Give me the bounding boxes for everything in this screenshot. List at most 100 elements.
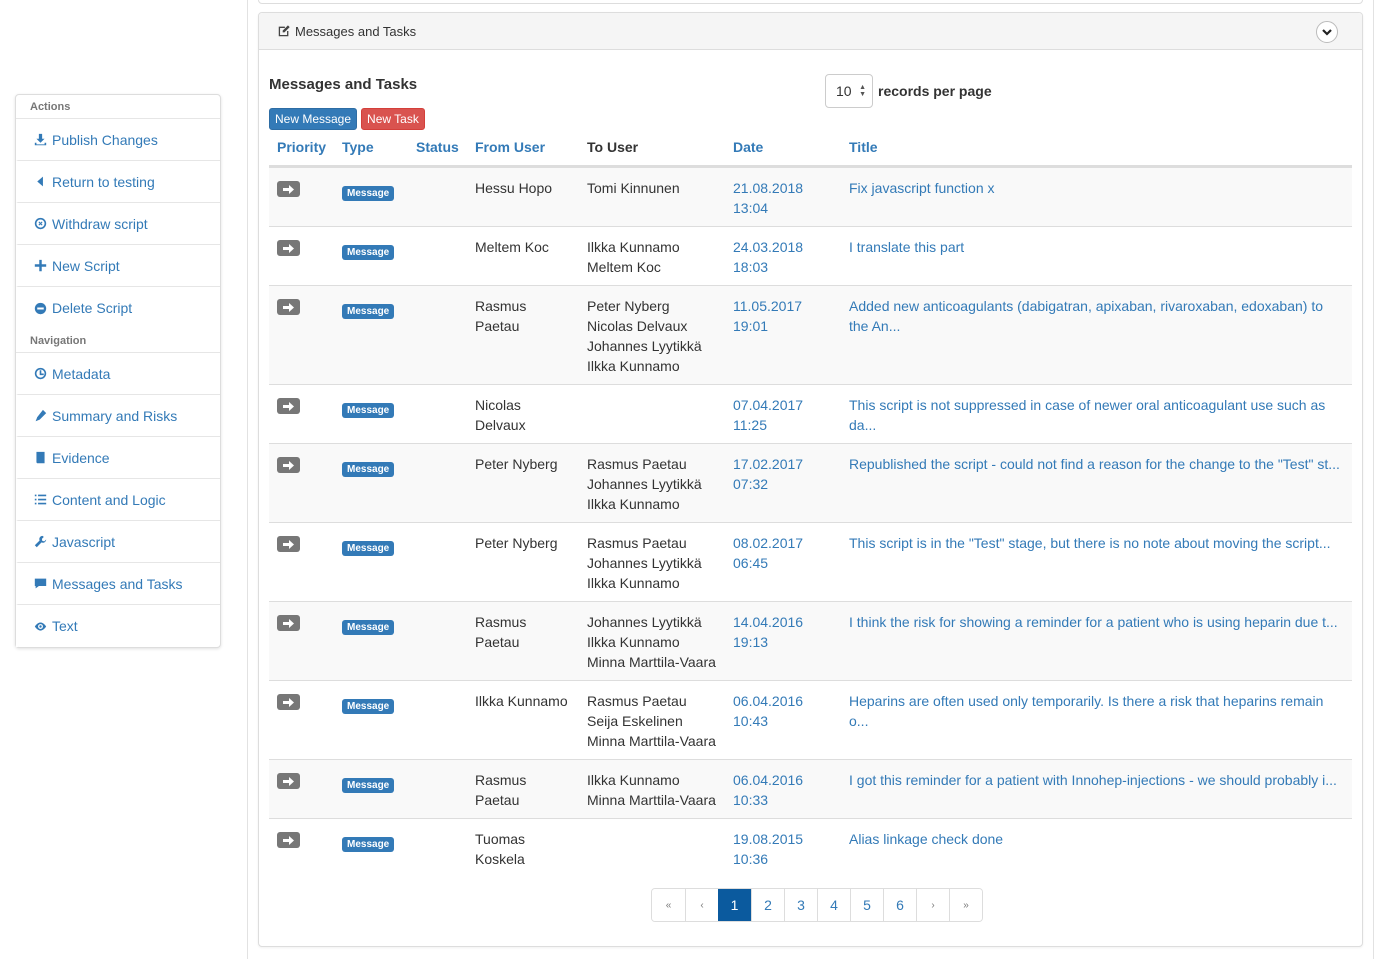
to-user-cell bbox=[579, 385, 725, 443]
eye-icon bbox=[32, 620, 48, 633]
column-header-priority[interactable]: Priority bbox=[269, 137, 334, 165]
table-row: Message Peter Nyberg Rasmus Paetau Johanne… bbox=[269, 522, 1352, 601]
open-message-button[interactable] bbox=[277, 240, 300, 256]
sidebar-item-label: Text bbox=[52, 618, 78, 634]
sidebar-item-label: Metadata bbox=[52, 365, 111, 382]
new-message-button[interactable]: New Message bbox=[269, 108, 358, 130]
sidebar-item-evidence[interactable]: Evidence bbox=[16, 437, 220, 479]
from-user-cell: Nicolas Delvaux bbox=[475, 397, 526, 433]
arrow-right-icon bbox=[283, 460, 294, 470]
date-cell[interactable]: 17.02.2017 07:32 bbox=[725, 444, 841, 522]
date-cell[interactable]: 19.08.2015 10:36 bbox=[725, 819, 841, 877]
sidebar-navigation-heading: Navigation bbox=[16, 329, 220, 353]
priority-cell bbox=[269, 681, 334, 759]
table-row: Message Hessu Hopo Tomi Kinnunen 21.08.2018… bbox=[269, 167, 1352, 226]
priority-cell bbox=[269, 444, 334, 522]
to-user-cell: Rasmus Paetau Seija Eskelinen Minna Mart… bbox=[587, 693, 716, 749]
pagination-first[interactable]: « bbox=[652, 889, 685, 921]
title-cell[interactable]: Republished the script - could not find … bbox=[841, 444, 1352, 522]
title-cell[interactable]: This script is in the "Test" stage, but … bbox=[841, 523, 1352, 601]
date-cell[interactable]: 24.03.2018 18:03 bbox=[725, 227, 841, 285]
date-cell[interactable]: 08.02.2017 06:45 bbox=[725, 523, 841, 601]
wrench-icon bbox=[32, 535, 48, 548]
type-cell: Message bbox=[334, 444, 408, 522]
arrow-right-icon bbox=[283, 697, 294, 707]
new-task-button[interactable]: New Task bbox=[361, 108, 425, 130]
sidebar-item-publish-changes[interactable]: Publish Changes bbox=[16, 119, 220, 161]
open-message-button[interactable] bbox=[277, 398, 300, 414]
arrow-right-icon bbox=[283, 539, 294, 549]
column-header-status[interactable]: Status bbox=[408, 137, 467, 165]
title-cell[interactable]: I got this reminder for a patient with I… bbox=[841, 760, 1352, 818]
sidebar: Actions Publish Changes Return to testing… bbox=[15, 94, 221, 648]
to-user-cell bbox=[579, 819, 725, 877]
pagination-page-6[interactable]: 6 bbox=[883, 889, 916, 921]
sidebar-item-content-and-logic[interactable]: Content and Logic bbox=[16, 479, 220, 521]
book-icon bbox=[32, 451, 48, 464]
sidebar-item-return-to-testing[interactable]: Return to testing bbox=[16, 161, 220, 203]
pagination-prev[interactable]: ‹ bbox=[685, 889, 718, 921]
pagination-page-4[interactable]: 4 bbox=[817, 889, 850, 921]
column-header-from-user[interactable]: From User bbox=[467, 137, 579, 165]
date-cell[interactable]: 07.04.2017 11:25 bbox=[725, 385, 841, 443]
open-message-button[interactable] bbox=[277, 615, 300, 631]
type-badge: Message bbox=[342, 186, 395, 201]
to-user-cell: Tomi Kinnunen bbox=[587, 180, 680, 196]
pagination-page-2[interactable]: 2 bbox=[751, 889, 784, 921]
collapse-button[interactable] bbox=[1316, 21, 1338, 43]
pagination-page-5[interactable]: 5 bbox=[850, 889, 883, 921]
column-header-title[interactable]: Title bbox=[841, 137, 1352, 165]
open-message-button[interactable] bbox=[277, 773, 300, 789]
date-cell[interactable]: 06.04.2016 10:43 bbox=[725, 681, 841, 759]
date-cell[interactable]: 11.05.2017 19:01 bbox=[725, 286, 841, 384]
pagination-last[interactable]: » bbox=[949, 889, 982, 921]
panel-heading: Messages and Tasks bbox=[259, 13, 1362, 50]
list-icon bbox=[32, 493, 48, 506]
sidebar-item-summary-and-risks[interactable]: Summary and Risks bbox=[16, 395, 220, 437]
from-user-cell: Hessu Hopo bbox=[475, 180, 553, 196]
records-per-page-value: 10 bbox=[836, 83, 852, 99]
pagination-page-1[interactable]: 1 bbox=[718, 889, 751, 921]
status-cell bbox=[408, 681, 467, 759]
title-cell[interactable]: Fix javascript function x bbox=[841, 168, 1352, 226]
title-cell[interactable]: I translate this part bbox=[841, 227, 1352, 285]
type-badge: Message bbox=[342, 620, 395, 635]
sidebar-item-javascript[interactable]: Javascript bbox=[16, 521, 220, 563]
comment-icon bbox=[32, 577, 48, 590]
title-cell[interactable]: Added new anticoagulants (dabigatran, ap… bbox=[841, 286, 1352, 384]
title-cell[interactable]: I think the risk for showing a reminder … bbox=[841, 602, 1352, 680]
date-cell[interactable]: 14.04.2016 19:13 bbox=[725, 602, 841, 680]
to-user-cell: Ilkka Kunnamo Meltem Koc bbox=[587, 239, 680, 275]
records-per-page-select[interactable]: 10 ▲ ▼ bbox=[825, 74, 873, 108]
sidebar-item-new-script[interactable]: New Script bbox=[16, 245, 220, 287]
column-header-type[interactable]: Type bbox=[334, 137, 408, 165]
open-message-button[interactable] bbox=[277, 181, 300, 197]
sidebar-item-delete-script[interactable]: Delete Script bbox=[16, 287, 220, 329]
sidebar-item-messages-and-tasks[interactable]: Messages and Tasks bbox=[16, 563, 220, 605]
date-cell[interactable]: 06.04.2016 10:33 bbox=[725, 760, 841, 818]
type-badge: Message bbox=[342, 403, 395, 418]
title-cell[interactable]: Alias linkage check done bbox=[841, 819, 1352, 877]
open-message-button[interactable] bbox=[277, 299, 300, 315]
open-message-button[interactable] bbox=[277, 694, 300, 710]
pagination-page-3[interactable]: 3 bbox=[784, 889, 817, 921]
type-badge: Message bbox=[342, 245, 395, 260]
circle-x-icon bbox=[32, 217, 48, 230]
column-header-date[interactable]: Date bbox=[725, 137, 841, 165]
sidebar-item-text[interactable]: Text bbox=[16, 605, 220, 647]
title-cell[interactable]: This script is not suppressed in case of… bbox=[841, 385, 1352, 443]
open-message-button[interactable] bbox=[277, 457, 300, 473]
to-user-cell: Peter Nyberg Nicolas Delvaux Johannes Ly… bbox=[587, 298, 702, 374]
sidebar-item-metadata[interactable]: Metadata bbox=[16, 353, 220, 395]
open-message-button[interactable] bbox=[277, 536, 300, 552]
date-cell[interactable]: 21.08.2018 13:04 bbox=[725, 168, 841, 226]
pagination-next[interactable]: › bbox=[916, 889, 949, 921]
arrow-right-icon bbox=[283, 184, 294, 194]
open-message-button[interactable] bbox=[277, 832, 300, 848]
title-cell[interactable]: Heparins are often used only temporarily… bbox=[841, 681, 1352, 759]
type-cell: Message bbox=[334, 819, 408, 877]
sidebar-item-withdraw-script[interactable]: Withdraw script bbox=[16, 203, 220, 245]
sidebar-item-label: Messages and Tasks bbox=[52, 575, 183, 592]
records-per-page-label: records per page bbox=[878, 83, 992, 99]
type-badge: Message bbox=[342, 462, 395, 477]
